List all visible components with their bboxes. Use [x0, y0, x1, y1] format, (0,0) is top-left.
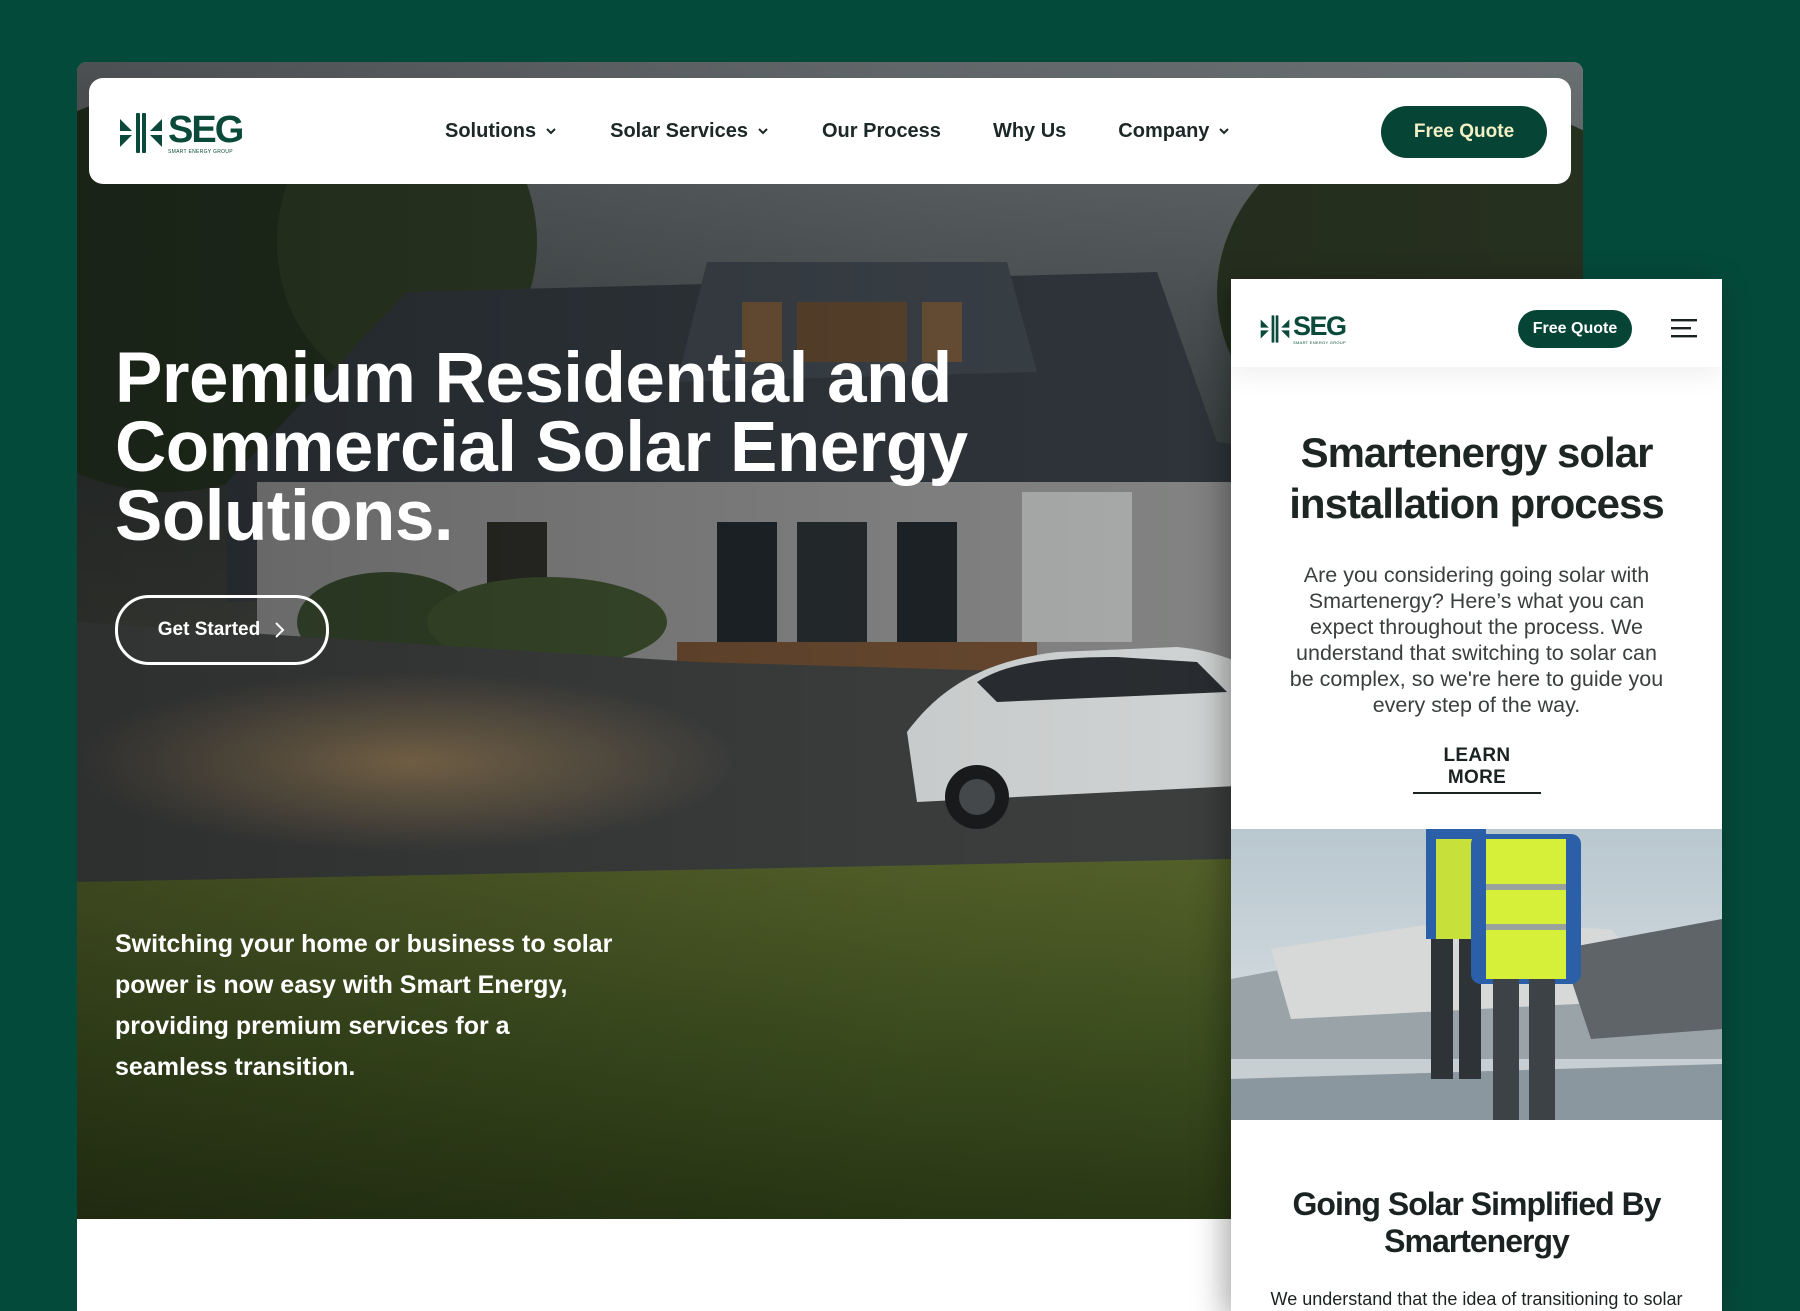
logo-wordmark: SEG: [168, 109, 244, 151]
chevron-down-icon: [758, 128, 768, 135]
going-solar-text-line: We understand that the idea of transitio…: [1270, 1289, 1683, 1309]
nav-item-company[interactable]: Company: [1118, 120, 1231, 143]
process-text-line: every step of the way.: [1372, 693, 1581, 717]
process-text-line: Smartenergy? Here’s what you can: [1308, 589, 1645, 613]
nav-item-solutions[interactable]: Solutions: [445, 120, 558, 143]
process-section-text: Are you considering going solar with Sma…: [1231, 562, 1722, 718]
logo-wordmark: SEG: [1293, 311, 1347, 341]
learn-more-link[interactable]: LEARN MORE: [1413, 745, 1541, 794]
hero-title: Premium Residential and Commercial Solar…: [115, 339, 975, 556]
hero-description: Switching your home or business to solar…: [115, 924, 635, 1088]
nav-item-our-process[interactable]: Our Process: [822, 120, 941, 143]
seg-logo[interactable]: SEG SMART ENERGY GROUP: [118, 109, 244, 155]
hamburger-icon[interactable]: [1671, 317, 1697, 339]
get-started-button[interactable]: Get Started: [115, 595, 329, 665]
going-solar-title-line: Going Solar Simplified By: [1292, 1186, 1662, 1222]
desktop-navbar: SEG SMART ENERGY GROUP Solutions Solar S…: [89, 78, 1571, 184]
mobile-header: SEG SMART ENERGY GROUP Free Quote: [1231, 279, 1722, 367]
process-title-line: installation process: [1289, 480, 1664, 527]
process-text-line: expect throughout the process. We: [1309, 615, 1644, 639]
hero-description-line: power is now easy with Smart Energy,: [115, 971, 568, 999]
process-text-line: be complex, so we're here to guide you: [1289, 667, 1664, 691]
logo-tagline: SMART ENERGY GROUP: [168, 149, 233, 155]
seg-logo-icon: [1260, 315, 1290, 343]
process-text-line: understand that switching to solar can: [1296, 641, 1657, 665]
going-solar-title-line: Smartenergy: [1384, 1223, 1570, 1259]
process-title-line: Smartenergy solar: [1300, 429, 1654, 476]
nav-item-solar-services[interactable]: Solar Services: [610, 120, 770, 143]
logo-tagline: SMART ENERGY GROUP: [1293, 340, 1346, 345]
seg-logo-icon: [120, 113, 162, 153]
hero-description-line: seamless transition.: [115, 1053, 356, 1081]
hero-title-line: Premium Residential and: [115, 339, 952, 418]
nav-item-label: Our Process: [821, 119, 941, 142]
process-section-title: Smartenergy solar installation process: [1231, 427, 1722, 529]
hero-title-line: Solutions.: [115, 477, 454, 556]
chevron-right-icon: [275, 622, 285, 638]
get-started-label: Get Started: [157, 619, 261, 640]
hero-description-line: providing premium services for a: [115, 1012, 510, 1040]
workers-on-roof-image: [1231, 829, 1722, 1120]
nav-item-label: Company: [1118, 119, 1210, 142]
nav-item-label: Solutions: [445, 119, 537, 142]
chevron-down-icon: [546, 128, 556, 135]
chevron-down-icon: [1219, 128, 1230, 135]
nav-item-label: Why Us: [992, 119, 1067, 142]
nav-item-why-us[interactable]: Why Us: [993, 120, 1066, 143]
nav-item-label: Solar Services: [610, 119, 748, 142]
mobile-free-quote-button[interactable]: Free Quote: [1518, 310, 1632, 348]
process-text-line: Are you considering going solar with: [1303, 563, 1650, 587]
hero-title-line: Commercial Solar Energy: [115, 408, 968, 487]
going-solar-text: We understand that the idea of transitio…: [1231, 1287, 1722, 1311]
hero-description-line: Switching your home or business to solar: [115, 930, 613, 958]
seg-logo[interactable]: SEG SMART ENERGY GROUP: [1259, 311, 1347, 345]
mobile-mockup: SEG SMART ENERGY GROUP Free Quote Smarte…: [1231, 279, 1722, 1311]
free-quote-button[interactable]: Free Quote: [1381, 106, 1547, 158]
nav-links: Solutions Solar Services Our Process Why…: [445, 78, 1283, 184]
going-solar-title: Going Solar Simplified By Smartenergy: [1231, 1186, 1722, 1260]
